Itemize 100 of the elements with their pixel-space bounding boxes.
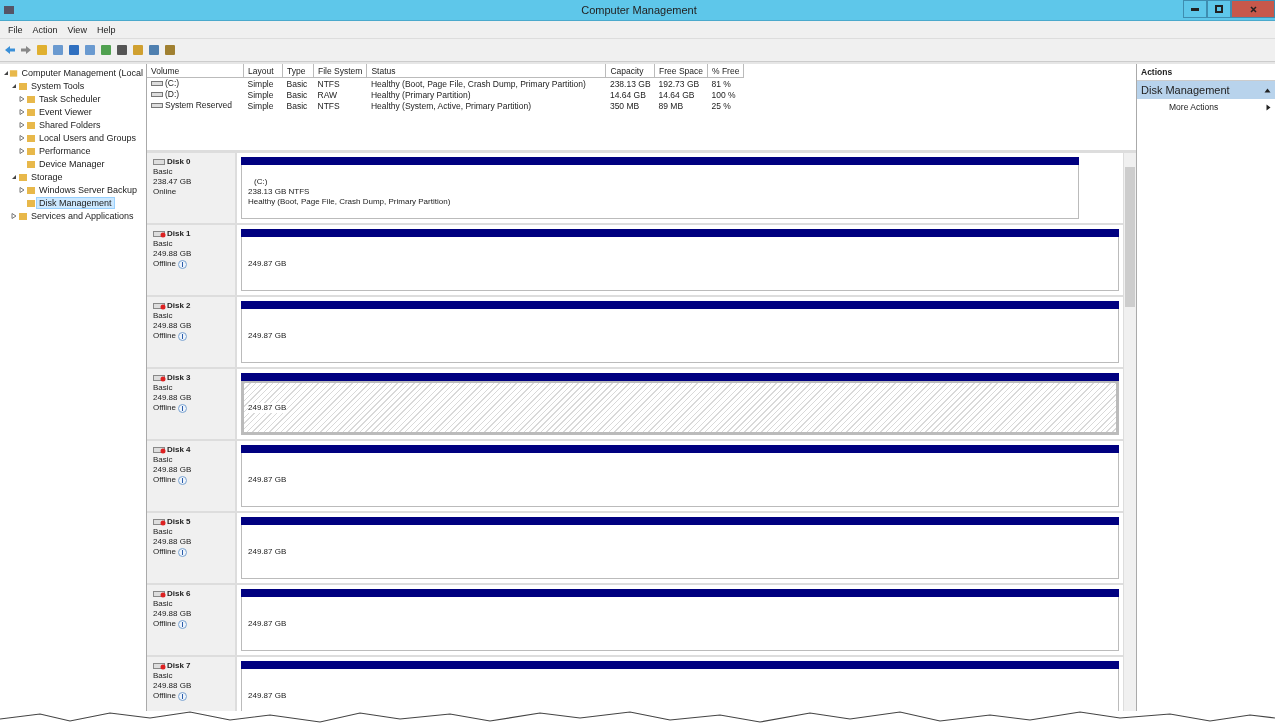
folder-icon	[26, 158, 36, 169]
expand-arrow-icon[interactable]	[19, 108, 25, 115]
partition[interactable]: 249.87 GB	[241, 669, 1119, 711]
menu-item[interactable]: View	[63, 24, 91, 35]
disk-size: 249.88 GB	[153, 465, 193, 475]
disk-status: Offline	[153, 475, 176, 485]
column-header[interactable]: Status	[366, 64, 606, 78]
partition-status: Healthy (Boot, Page File, Crash Dump, Primary Partition)	[248, 196, 451, 207]
disk-name: Disk 7	[167, 661, 191, 671]
window-title: Computer Management	[580, 4, 698, 16]
partition[interactable]: 249.87 GB	[241, 597, 1119, 651]
toolbar-icon[interactable]	[116, 44, 128, 56]
disk-size: 238.47 GB	[153, 177, 193, 187]
folder-icon	[26, 119, 36, 130]
forward-arrow-icon[interactable]	[20, 44, 32, 56]
menu-item[interactable]: Help	[92, 24, 120, 35]
tree-item[interactable]: Storage	[28, 170, 66, 183]
disk-status: Offline	[153, 259, 176, 269]
info-icon	[178, 475, 187, 485]
disk-status: Offline	[153, 547, 176, 557]
tree-item[interactable]: Local Users and Groups	[36, 131, 140, 144]
table-cell: NTFS	[317, 100, 340, 111]
table-cell: 100 %	[711, 89, 736, 100]
table-cell: 14.64 GB	[609, 89, 646, 100]
table-cell: NTFS	[317, 78, 340, 89]
disk-name: Disk 1	[167, 229, 191, 239]
disk-size: 249.88 GB	[153, 321, 193, 331]
expand-arrow-icon[interactable]	[19, 147, 25, 154]
disk-size: 249.88 GB	[153, 393, 193, 403]
expand-arrow-icon[interactable]	[19, 186, 25, 193]
toolbar-icon[interactable]	[68, 44, 80, 56]
toolbar-icon[interactable]	[148, 44, 160, 56]
toolbar-icon[interactable]	[100, 44, 112, 56]
table-cell: 238.13 GB	[609, 78, 651, 89]
info-icon	[178, 547, 187, 557]
partition[interactable]: (C:) 238.13 GB NTFS Healthy (Boot, Page File, Crash Dump, Primary Partition)	[241, 165, 1079, 219]
tree-item[interactable]: Windows Server Backup	[36, 183, 141, 196]
folder-icon	[9, 67, 19, 78]
tree-item[interactable]: Task Scheduler	[36, 92, 104, 105]
folder-icon	[26, 197, 36, 208]
disk-type: Basic	[153, 527, 174, 537]
disk-status: Offline	[153, 619, 176, 629]
expand-arrow-icon[interactable]	[19, 134, 25, 141]
tree-item[interactable]: Event Viewer	[36, 105, 95, 118]
action-group[interactable]: Disk Management	[1137, 81, 1275, 99]
maximize-button[interactable]	[1207, 0, 1231, 18]
disk-type: Basic	[153, 455, 174, 465]
collapse-arrow-icon[interactable]	[11, 82, 17, 89]
submenu-arrow-icon	[1266, 103, 1271, 111]
tree-item[interactable]: Performance	[36, 144, 94, 157]
menu-item[interactable]: Action	[28, 24, 62, 35]
table-cell: Basic	[286, 100, 308, 111]
action-item[interactable]: More Actions	[1137, 99, 1275, 115]
table-cell: 89 MB	[658, 100, 684, 111]
menu-item[interactable]: File	[4, 24, 27, 35]
column-header[interactable]: Capacity	[605, 64, 655, 78]
column-header[interactable]: Volume	[147, 64, 244, 78]
tree-item[interactable]: Device Manager	[36, 157, 108, 170]
expand-arrow-icon[interactable]	[11, 212, 17, 219]
partition-size: 249.87 GB	[248, 618, 287, 629]
collapse-arrow-icon	[1264, 87, 1271, 93]
disk-name: Disk 0	[167, 157, 191, 167]
partition[interactable]: 249.87 GB	[241, 237, 1119, 291]
toolbar-icon[interactable]	[164, 44, 176, 56]
collapse-arrow-icon[interactable]	[2, 69, 9, 76]
drive-icon	[151, 79, 163, 87]
disk-type: Basic	[153, 599, 174, 609]
disk-size: 249.88 GB	[153, 249, 193, 259]
collapse-arrow-icon[interactable]	[11, 173, 17, 180]
table-cell: Healthy (Boot, Page File, Crash Dump, Primary Partition)	[370, 78, 586, 89]
back-arrow-icon[interactable]	[4, 44, 16, 56]
folder-icon	[26, 145, 36, 156]
column-header[interactable]: File System	[313, 64, 367, 78]
table-cell: 14.64 GB	[658, 89, 695, 100]
disk-name: Disk 4	[167, 445, 191, 455]
tree-item[interactable]: Disk Management	[36, 196, 115, 209]
expand-arrow-icon[interactable]	[19, 121, 25, 128]
partition[interactable]: 249.87 GB	[241, 453, 1119, 507]
column-header[interactable]: Type	[282, 64, 314, 78]
tree-item[interactable]: Shared Folders	[36, 118, 104, 131]
disk-status: Online	[153, 187, 177, 197]
folder-icon	[18, 80, 28, 91]
partition-size: 249.87 GB	[248, 690, 287, 701]
table-cell: Simple	[247, 100, 274, 111]
column-header[interactable]: Layout	[243, 64, 283, 78]
tree-item[interactable]: Computer Management (Local	[18, 66, 146, 79]
tree-item[interactable]: System Tools	[28, 79, 88, 92]
partition[interactable]: 249.87 GB	[241, 525, 1119, 579]
tree-item[interactable]: Services and Applications	[28, 209, 137, 222]
table-cell: Basic	[286, 89, 308, 100]
table-cell: 81 %	[711, 78, 731, 89]
column-header[interactable]: % Free	[707, 64, 744, 78]
column-header[interactable]: Free Space	[654, 64, 708, 78]
disk-type: Basic	[153, 671, 174, 681]
partition[interactable]: 249.87 GB	[241, 381, 1119, 435]
expand-arrow-icon[interactable]	[19, 95, 25, 102]
minimize-button[interactable]	[1183, 0, 1207, 18]
folder-icon	[26, 184, 36, 195]
partition[interactable]: 249.87 GB	[241, 309, 1119, 363]
table-cell: Simple	[247, 89, 274, 100]
